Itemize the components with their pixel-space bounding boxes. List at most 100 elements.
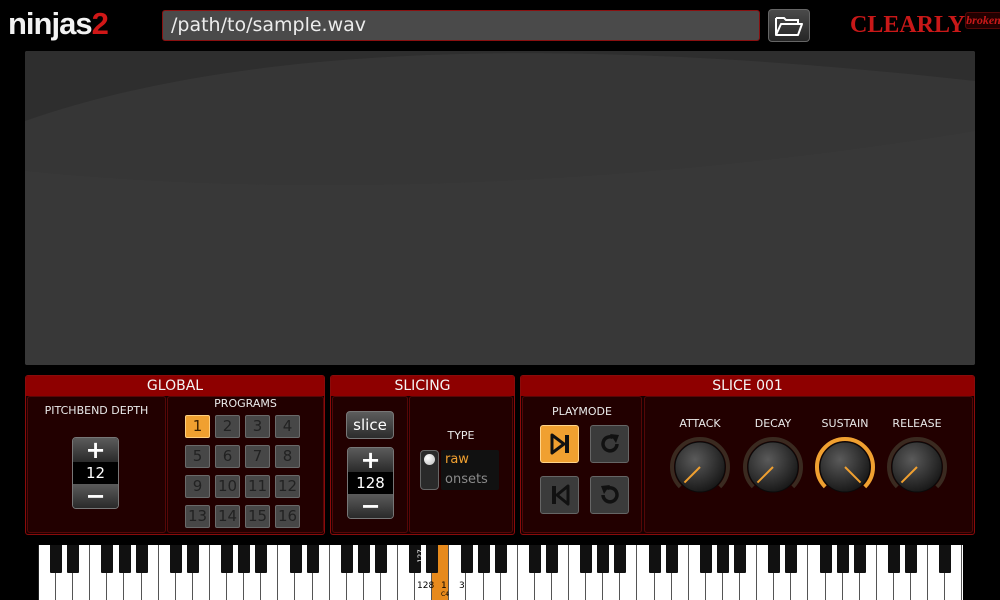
loop-forward-icon: [600, 434, 619, 453]
open-file-button[interactable]: [768, 9, 810, 42]
slicing-title: SLICING: [331, 376, 514, 396]
piano-keyboard[interactable]: 127 2 128 1 C4 3: [38, 545, 963, 600]
program-button-10[interactable]: 10: [215, 475, 240, 498]
black-key[interactable]: [289, 545, 302, 573]
slice-count-value: 128: [348, 472, 393, 494]
play-to-end-icon: [550, 433, 569, 455]
sustain-knob[interactable]: [815, 437, 875, 497]
sustain-label: SUSTAIN: [821, 417, 869, 430]
pitchbend-increase-button[interactable]: +: [73, 438, 118, 462]
waveform-background: [25, 51, 975, 365]
black-key[interactable]: [905, 545, 918, 573]
black-key[interactable]: [221, 545, 234, 573]
program-button-7[interactable]: 7: [245, 445, 270, 468]
black-key[interactable]: [836, 545, 849, 573]
file-path-field[interactable]: /path/to/sample.wav: [162, 10, 760, 41]
black-key[interactable]: [546, 545, 558, 573]
logo-number: 2: [91, 6, 109, 41]
folder-open-icon: [775, 16, 803, 36]
app-logo: ninjas2: [8, 8, 109, 39]
program-button-6[interactable]: 6: [215, 445, 240, 468]
black-key[interactable]: [477, 545, 490, 573]
program-button-3[interactable]: 3: [245, 415, 270, 438]
type-option-onsets[interactable]: onsets: [441, 470, 499, 490]
program-button-14[interactable]: 14: [215, 505, 240, 528]
type-list[interactable]: raw onsets: [441, 450, 499, 490]
black-key[interactable]: [819, 545, 832, 573]
black-key[interactable]: [357, 545, 370, 573]
program-button-12[interactable]: 12: [275, 475, 300, 498]
black-key[interactable]: [665, 545, 678, 573]
program-button-5[interactable]: 5: [185, 445, 210, 468]
black-key[interactable]: [528, 545, 541, 573]
program-button-4[interactable]: 4: [275, 415, 300, 438]
black-key[interactable]: [580, 545, 593, 573]
program-button-15[interactable]: 15: [245, 505, 270, 528]
pitchbend-decrease-button[interactable]: −: [73, 484, 118, 508]
black-key[interactable]: [375, 545, 387, 573]
pitchbend-label: PITCHBEND DEPTH: [44, 404, 149, 417]
release-knob[interactable]: [887, 437, 947, 497]
black-key[interactable]: [460, 545, 473, 573]
attack-label: ATTACK: [679, 417, 721, 430]
black-key[interactable]: [340, 545, 353, 573]
black-key[interactable]: [426, 545, 439, 573]
play-reverse-icon: [551, 484, 569, 506]
global-title: GLOBAL: [26, 376, 324, 396]
black-key[interactable]: [939, 545, 952, 573]
black-key[interactable]: [734, 545, 747, 573]
loop-reverse-icon: [600, 485, 619, 504]
waveform-display[interactable]: [25, 51, 975, 365]
program-button-8[interactable]: 8: [275, 445, 300, 468]
program-button-16[interactable]: 16: [275, 505, 300, 528]
black-key[interactable]: [785, 545, 798, 573]
program-button-9[interactable]: 9: [185, 475, 210, 498]
release-label: RELEASE: [892, 417, 942, 430]
slice-count-decrease-button[interactable]: −: [348, 494, 393, 518]
black-key[interactable]: [494, 545, 507, 573]
slice-count-stepper[interactable]: + 128 −: [347, 447, 394, 519]
program-button-11[interactable]: 11: [245, 475, 270, 498]
black-key[interactable]: [186, 545, 199, 573]
playmode-label: PLAYMODE: [552, 405, 612, 418]
type-option-raw[interactable]: raw: [441, 450, 499, 470]
black-key[interactable]: [597, 545, 610, 573]
program-button-1[interactable]: 1: [185, 415, 210, 438]
decay-knob[interactable]: [743, 437, 803, 497]
black-key[interactable]: [699, 545, 712, 573]
black-key[interactable]: [135, 545, 148, 573]
playmode-loop-reverse-button[interactable]: [590, 476, 629, 514]
black-key[interactable]: [306, 545, 319, 573]
black-key[interactable]: [888, 545, 900, 573]
attack-knob[interactable]: [670, 437, 730, 497]
black-key[interactable]: [50, 545, 63, 573]
black-key[interactable]: [67, 545, 80, 573]
black-key[interactable]: [255, 545, 268, 573]
program-button-13[interactable]: 13: [185, 505, 210, 528]
key-label-1: 1: [441, 581, 447, 591]
playmode-reverse-button[interactable]: [540, 476, 579, 514]
key-label-127: 127: [416, 549, 425, 563]
programs-label: PROGRAMS: [214, 397, 277, 410]
switch-knob: [424, 454, 435, 465]
program-button-2[interactable]: 2: [215, 415, 240, 438]
black-key[interactable]: [768, 545, 781, 573]
type-switch[interactable]: [420, 450, 439, 490]
key-label-2: 2: [451, 553, 457, 563]
key-label-c4: C4: [441, 591, 450, 598]
black-key[interactable]: [118, 545, 131, 573]
logo-text: ninjas: [8, 6, 93, 41]
pitchbend-stepper[interactable]: + 12 −: [72, 437, 119, 509]
playmode-forward-button[interactable]: [540, 425, 579, 463]
slice-button[interactable]: slice: [346, 411, 394, 439]
black-key[interactable]: [169, 545, 182, 573]
brand-sub: broken: [965, 12, 1000, 29]
black-key[interactable]: [648, 545, 661, 573]
black-key[interactable]: [614, 545, 627, 573]
black-key[interactable]: [101, 545, 114, 573]
black-key[interactable]: [853, 545, 866, 573]
black-key[interactable]: [717, 545, 729, 573]
slice-count-increase-button[interactable]: +: [348, 448, 393, 472]
playmode-loop-button[interactable]: [590, 425, 629, 463]
black-key[interactable]: [238, 545, 251, 573]
